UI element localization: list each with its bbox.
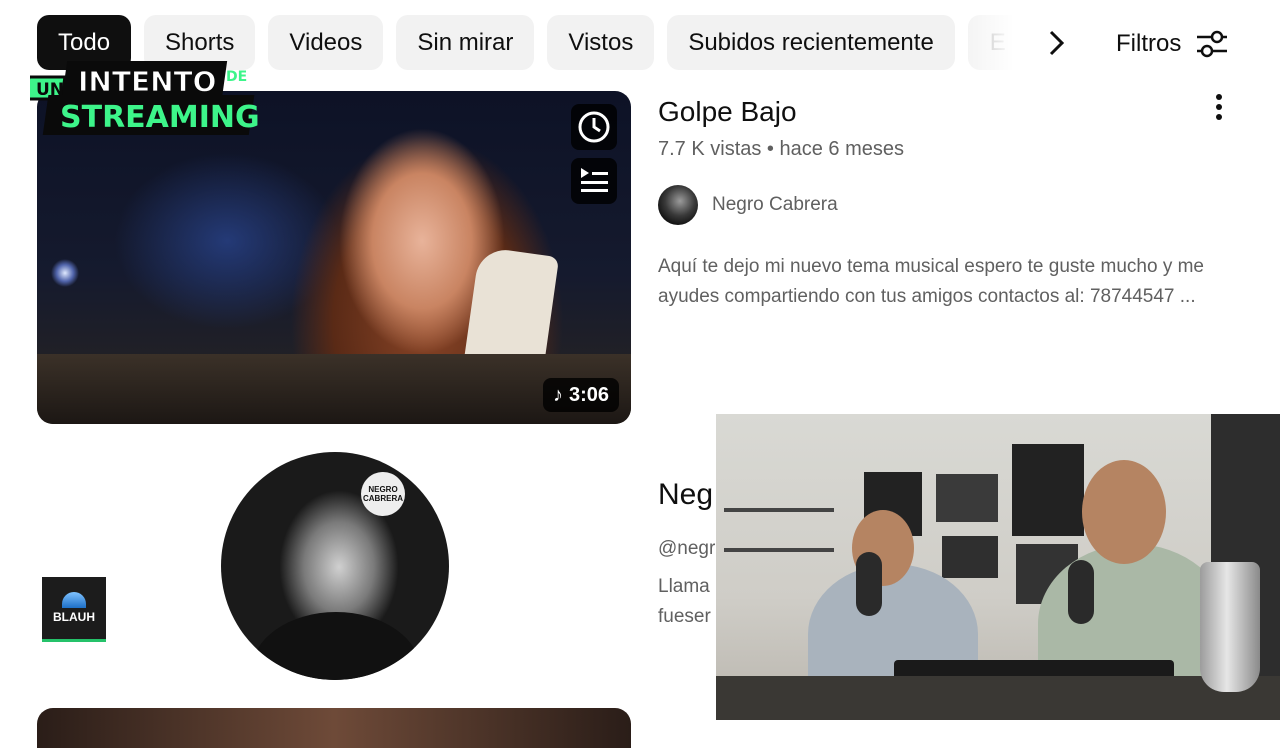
description-line: ayudes compartiendo con tus amigos conta…: [658, 286, 1196, 307]
badge-text: NEGRO: [368, 485, 398, 494]
channel-link[interactable]: Negro Cabrera: [658, 185, 838, 225]
shelf: [724, 508, 834, 512]
add-to-queue-button[interactable]: [571, 158, 617, 204]
channel-result-avatar[interactable]: NEGRO CABRERA: [221, 452, 449, 680]
chip-next-button[interactable]: [1036, 22, 1078, 64]
chevron-right-icon: [1049, 30, 1065, 56]
filters-label: Filtros: [1116, 30, 1182, 57]
shelf: [724, 548, 834, 552]
duration-badge: ♪ 3:06: [542, 378, 619, 412]
svg-text:STREAMING: STREAMING: [60, 100, 260, 135]
filters-button[interactable]: Filtros: [1116, 24, 1229, 64]
channel-badge-logo: NEGRO CABRERA: [361, 472, 405, 516]
blauh-watermark: BLAUH: [42, 577, 106, 642]
thumbnail-detail: [37, 354, 631, 424]
video-title[interactable]: Golpe Bajo: [658, 96, 797, 128]
chip-videos[interactable]: Videos: [268, 15, 384, 70]
microphone-right: [1068, 560, 1094, 624]
duration-text: 3:06: [568, 383, 609, 406]
wall-poster: [936, 474, 998, 522]
channel-result-description: Llama fueser: [658, 572, 711, 632]
description-line: fueser: [658, 606, 711, 627]
kebab-dot: [1216, 114, 1222, 120]
desk: [716, 676, 1280, 720]
intento-de-streaming-logo: UN INTENTO DE STREAMING: [30, 61, 260, 135]
channel-result-name[interactable]: Neg: [658, 478, 713, 512]
avatar-detail: [251, 612, 421, 680]
watermark-text: BLAUH: [53, 610, 95, 624]
wall-poster: [942, 536, 998, 578]
music-note-icon: ♪: [552, 383, 563, 406]
chip-bar-fade: [958, 10, 1038, 75]
badge-text: CABRERA: [363, 494, 403, 503]
svg-text:INTENTO: INTENTO: [78, 65, 216, 98]
wall-poster: [1012, 444, 1084, 536]
next-video-thumbnail[interactable]: [37, 708, 631, 748]
host-right-head: [1082, 460, 1166, 564]
webcam-overlay: [716, 414, 1280, 720]
description-line: Aquí te dejo mi nuevo tema musical esper…: [658, 256, 1204, 277]
metal-cup: [1200, 562, 1260, 692]
channel-result-handle: @negr: [658, 538, 716, 559]
channel-name[interactable]: Negro Cabrera: [712, 194, 838, 216]
chip-sin-mirar[interactable]: Sin mirar: [396, 15, 535, 70]
more-actions-button[interactable]: [1204, 90, 1234, 124]
kebab-dot: [1216, 104, 1222, 110]
video-meta: 7.7 K vistas • hace 6 meses: [658, 138, 905, 160]
chip-vistos[interactable]: Vistos: [547, 15, 655, 70]
chip-subidos-recientemente[interactable]: Subidos recientemente: [667, 15, 955, 70]
watch-later-button[interactable]: [571, 104, 617, 150]
clock-icon: [578, 111, 610, 143]
kebab-dot: [1216, 94, 1222, 100]
description-line: Llama: [658, 576, 710, 597]
channel-avatar[interactable]: [658, 185, 698, 225]
queue-icon: [581, 168, 608, 192]
globe-icon: [62, 592, 86, 608]
microphone-left: [856, 552, 882, 616]
video-description: Aquí te dejo mi nuevo tema musical esper…: [658, 252, 1258, 312]
svg-text:DE: DE: [226, 69, 247, 85]
video-thumbnail[interactable]: ♪ 3:06: [37, 91, 631, 424]
tune-icon: [1197, 30, 1228, 58]
